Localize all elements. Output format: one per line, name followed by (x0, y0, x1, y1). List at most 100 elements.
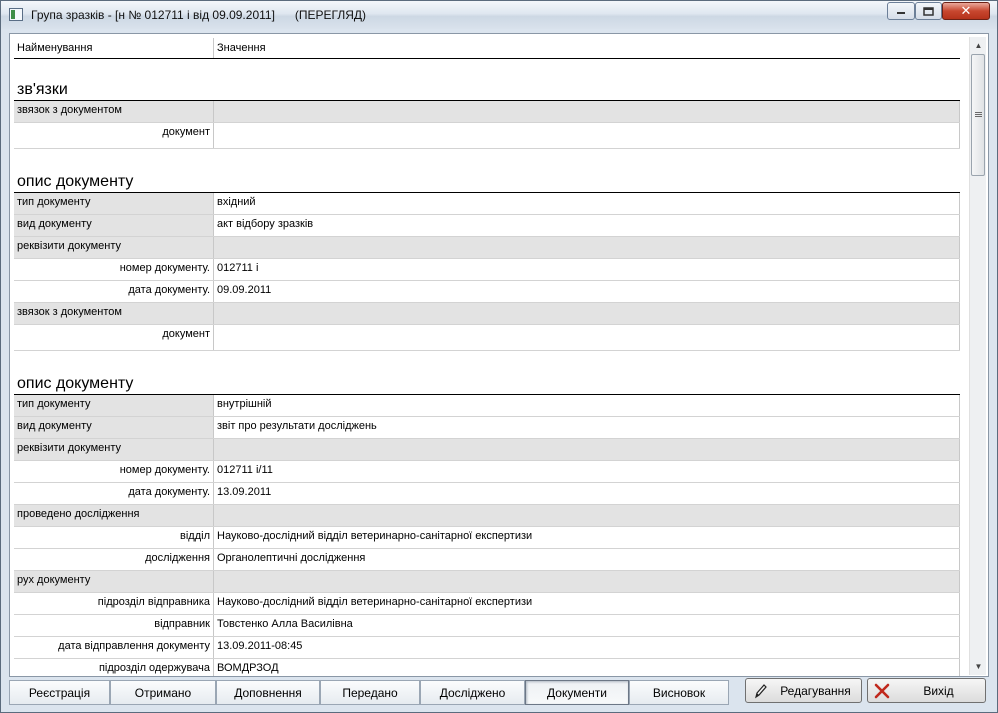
grid-row[interactable]: звязок з документом (14, 101, 960, 123)
vertical-scrollbar[interactable]: ▲ ▼ (969, 37, 986, 675)
title-bar[interactable]: Група зразків - [н № 012711 і від 09.09.… (1, 1, 997, 29)
grid-row[interactable]: документ (14, 123, 960, 149)
property-name: реквізити документу (14, 237, 214, 258)
minimize-icon (897, 12, 905, 14)
grid-row[interactable]: дата документу. 09.09.2011 (14, 281, 960, 303)
property-value[interactable] (214, 123, 960, 148)
scrollbar-thumb[interactable] (971, 54, 985, 176)
property-value[interactable]: Органолептичні дослідження (214, 549, 960, 570)
property-name: вид документу (14, 417, 214, 438)
property-value[interactable] (214, 303, 960, 324)
grid-row[interactable]: номер документу. 012711 і (14, 259, 960, 281)
grid-row[interactable]: дата документу. 13.09.2011 (14, 483, 960, 505)
property-value[interactable]: 13.09.2011-08:45 (214, 637, 960, 658)
property-value[interactable] (214, 325, 960, 350)
grid-row[interactable]: документ (14, 325, 960, 351)
exit-button[interactable]: Вихід (867, 678, 986, 703)
property-value[interactable]: 012711 і (214, 259, 960, 280)
app-icon[interactable] (9, 8, 23, 21)
exit-button-label: Вихід (923, 684, 954, 698)
properties-grid: Найменування Значення зв'язки звязок з до… (14, 38, 960, 676)
grid-row[interactable]: проведено дослідження (14, 505, 960, 527)
grid-row[interactable]: звязок з документом (14, 303, 960, 325)
scroll-up-arrow-icon[interactable]: ▲ (970, 37, 987, 54)
property-name: відділ (14, 527, 214, 548)
property-value[interactable]: 09.09.2011 (214, 281, 960, 302)
bottom-toolbar: Реєстрація Отримано Доповнення Передано Досл… (1, 677, 997, 712)
scroll-down-arrow-icon[interactable]: ▼ (970, 658, 987, 675)
close-icon: ✕ (960, 3, 972, 18)
properties-panel: Найменування Значення зв'язки звязок з до… (9, 33, 989, 677)
property-name: дослідження (14, 549, 214, 570)
column-header-value[interactable]: Значення (214, 38, 266, 58)
grid-row[interactable]: вид документу звіт про результати дослідж… (14, 417, 960, 439)
property-value[interactable]: внутрішній (214, 395, 960, 416)
edit-button[interactable]: Редагування (745, 678, 862, 703)
maximize-button[interactable] (915, 2, 942, 20)
maximize-icon (923, 6, 934, 16)
property-value[interactable] (214, 571, 960, 592)
property-value[interactable]: 012711 і/11 (214, 461, 960, 482)
property-name: рух документу (14, 571, 214, 592)
property-value[interactable]: ВОМДРЗОД (214, 659, 960, 676)
property-name: підрозділ одержувача (14, 659, 214, 676)
section-title: опис документу (14, 373, 960, 395)
tab-1[interactable]: Реєстрація (9, 680, 110, 705)
property-name: тип документу (14, 395, 214, 416)
grip-icon (975, 112, 982, 118)
property-name: номер документу. (14, 259, 214, 280)
tab-5[interactable]: Досліджено (420, 680, 525, 705)
grid-row[interactable]: відправник Товстенко Алла Василівна (14, 615, 960, 637)
property-value[interactable]: Товстенко Алла Василівна (214, 615, 960, 636)
grid-row[interactable]: підрозділ відправника Науково-дослідний в… (14, 593, 960, 615)
property-name: відправник (14, 615, 214, 636)
close-window-button[interactable]: ✕ (942, 2, 990, 20)
grid-header: Найменування Значення (14, 38, 960, 59)
grid-row[interactable]: тип документу вхідний (14, 193, 960, 215)
grid-row[interactable]: дата відправлення документу 13.09.2011-08… (14, 637, 960, 659)
section-title: зв'язки (14, 79, 960, 101)
grid-row[interactable]: дослідження Органолептичні дослідження (14, 549, 960, 571)
property-name: тип документу (14, 193, 214, 214)
tab-2[interactable]: Отримано (110, 680, 216, 705)
property-value[interactable] (214, 439, 960, 460)
property-value[interactable]: 13.09.2011 (214, 483, 960, 504)
property-value[interactable] (214, 237, 960, 258)
grid-sections: зв'язки звязок з документом документ опис д… (14, 59, 960, 676)
minimize-button[interactable] (887, 2, 915, 20)
property-name: дата документу. (14, 281, 214, 302)
property-name: документ (14, 123, 214, 148)
property-name: проведено дослідження (14, 505, 214, 526)
grid-row[interactable]: реквізити документу (14, 439, 960, 461)
property-name: номер документу. (14, 461, 214, 482)
grid-row[interactable]: реквізити документу (14, 237, 960, 259)
grid-row[interactable]: підрозділ одержувача ВОМДРЗОД (14, 659, 960, 676)
window-title: Група зразків - [н № 012711 і від 09.09.… (31, 8, 366, 22)
edit-button-label: Редагування (780, 684, 851, 698)
property-name: реквізити документу (14, 439, 214, 460)
grid-row[interactable]: вид документу акт відбору зразків (14, 215, 960, 237)
window-title-text: Група зразків - [н № 012711 і від 09.09.… (31, 8, 275, 22)
property-value[interactable]: Науково-дослідний відділ ветеринарно-сан… (214, 527, 960, 548)
property-value[interactable] (214, 505, 960, 526)
grid-row[interactable]: рух документу (14, 571, 960, 593)
tab-6[interactable]: Документи (525, 680, 629, 705)
tab-7[interactable]: Висновок (629, 680, 729, 705)
property-value[interactable]: акт відбору зразків (214, 215, 960, 236)
property-value[interactable]: вхідний (214, 193, 960, 214)
window-mode-text: (ПЕРЕГЛЯД) (294, 8, 367, 22)
property-value[interactable]: звіт про результати досліджень (214, 417, 960, 438)
column-header-name[interactable]: Найменування (14, 38, 214, 58)
property-value[interactable] (214, 101, 960, 122)
grid-row[interactable]: номер документу. 012711 і/11 (14, 461, 960, 483)
property-value[interactable]: Науково-дослідний відділ ветеринарно-сан… (214, 593, 960, 614)
property-name: дата відправлення документу (14, 637, 214, 658)
tab-4[interactable]: Передано (320, 680, 420, 705)
grid-row[interactable]: тип документу внутрішній (14, 395, 960, 417)
grid-row[interactable]: відділ Науково-дослідний відділ ветеринар… (14, 527, 960, 549)
tab-3[interactable]: Доповнення (216, 680, 320, 705)
application-window: Група зразків - [н № 012711 і від 09.09.… (0, 0, 998, 713)
